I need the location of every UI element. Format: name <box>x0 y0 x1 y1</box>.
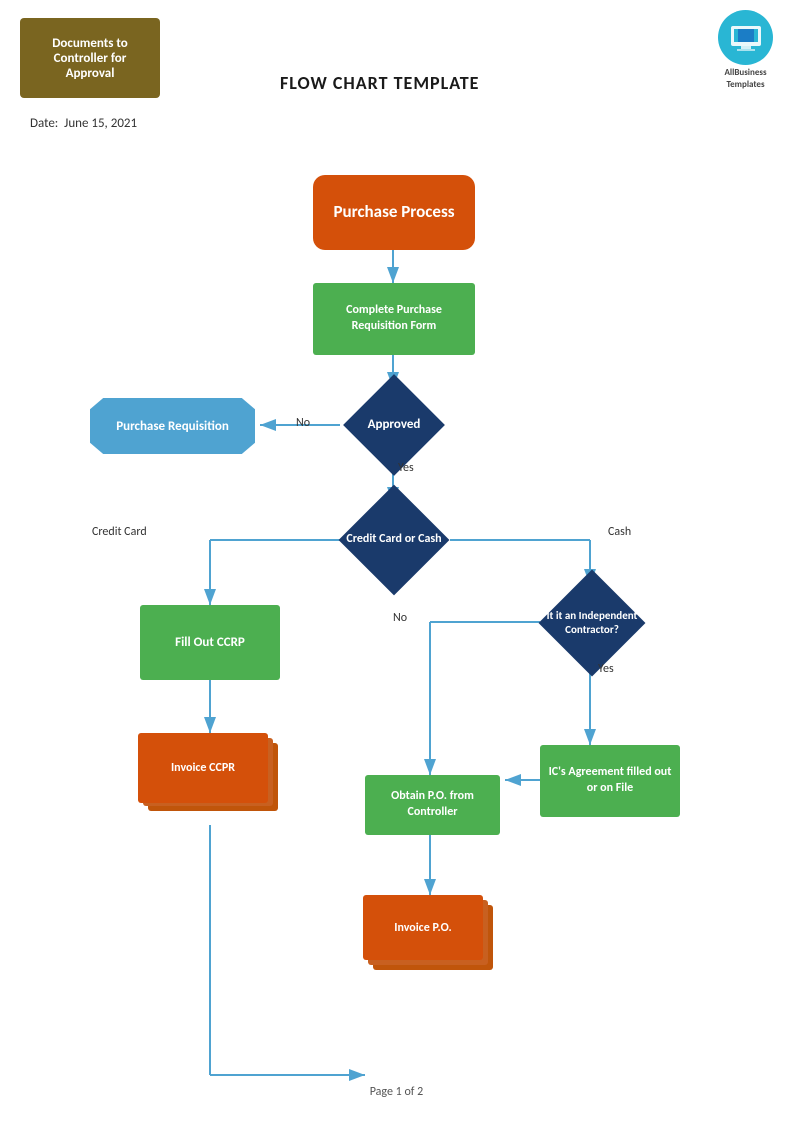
yes-label-approved: Yes <box>398 461 414 475</box>
header: Documents to Controller for Approval FLO… <box>0 0 793 108</box>
date-line: Date: June 15, 2021 <box>0 108 793 135</box>
credit-card-label: Credit Card <box>92 525 147 539</box>
independent-contractor-diamond: It it an Independent Contractor? <box>518 583 666 663</box>
cash-label: Cash <box>608 525 631 539</box>
ic-agreement-node: IC's Agreement filled out or on File <box>540 745 680 817</box>
invoice-po-node: Invoice P.O. <box>363 895 483 960</box>
logo-text: AllBusinessTemplates <box>724 67 766 90</box>
purchase-process-node: Purchase Process <box>313 175 475 250</box>
flowchart: Purchase Process Complete Purchase Requi… <box>0 135 793 1115</box>
yes-label-contractor: Yes <box>598 662 614 676</box>
fill-ccrp-node: Fill Out CCRP <box>140 605 280 680</box>
invoice-ccpr-node: Invoice CCPR <box>138 733 268 803</box>
logo-area: AllBusinessTemplates <box>718 10 773 90</box>
no-label-approved: No <box>296 416 310 430</box>
logo-icon <box>718 10 773 65</box>
obtain-po-node: Obtain P.O. from Controller <box>365 775 500 835</box>
credit-card-cash-diamond: Credit Card or Cash <box>310 500 478 580</box>
complete-form-node: Complete Purchase Requisition Form <box>313 283 475 355</box>
docs-box: Documents to Controller for Approval <box>20 18 160 98</box>
no-label-contractor: No <box>393 611 407 625</box>
purchase-requisition-node: Purchase Requisition <box>90 398 255 454</box>
page-title: FLOW CHART TEMPLATE <box>280 72 479 94</box>
approved-diamond: Approved <box>313 388 475 462</box>
